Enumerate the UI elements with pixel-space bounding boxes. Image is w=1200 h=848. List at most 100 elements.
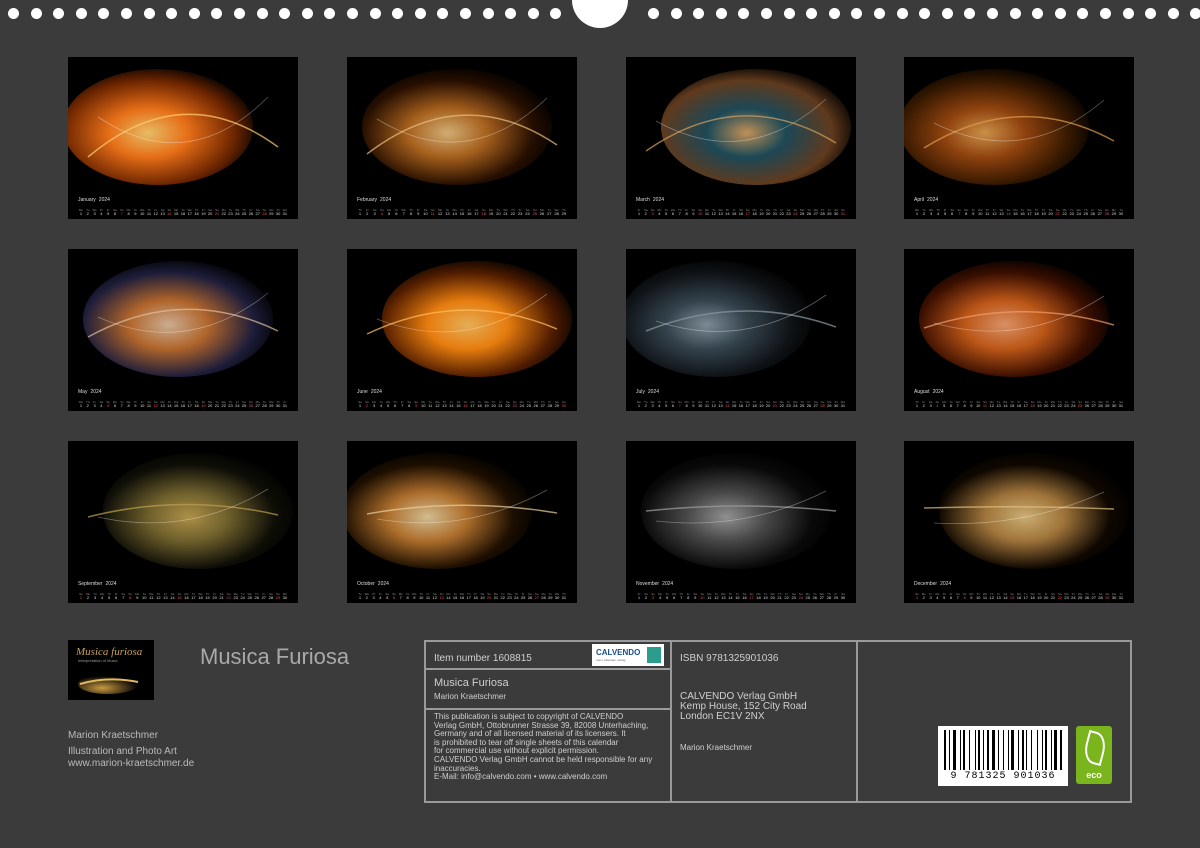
calendar-day: Th 19 — [205, 592, 210, 600]
calendar-day: Mo 28 — [541, 592, 546, 600]
calendar-day: Sa 19 — [480, 592, 485, 600]
binding-hole — [1167, 8, 1179, 19]
binding-hole — [964, 8, 976, 19]
calendar-day: Tu 22 — [500, 592, 505, 600]
eco-badge: eco — [1076, 726, 1112, 784]
calendar-day: Tu 23 — [228, 208, 233, 216]
calendar-day: Sa 31 — [1118, 400, 1124, 408]
calendar-day: We 31 — [282, 208, 288, 216]
calendar-day: Sa 17 — [1023, 400, 1028, 408]
calendar-day: Tu 9 — [133, 208, 138, 216]
calendar-day: Th 4 — [657, 400, 662, 408]
calendar-day: Th 28 — [820, 208, 825, 216]
calendar-day: Fr 12 — [992, 208, 997, 216]
calendar-day: We 23 — [507, 592, 512, 600]
calendar-day: Tu 24 — [240, 592, 245, 600]
calendar-day: Tu 30 — [275, 208, 281, 216]
barcode-bar — [962, 730, 965, 770]
calendar-day: Tu 16 — [180, 208, 186, 216]
logo-subtitle: Interpretation of Music — [78, 658, 118, 663]
calendar-day: Tu 10 — [975, 592, 981, 600]
calendar-day: Sa 11 — [146, 400, 152, 408]
calendar-day: Sa 21 — [1050, 592, 1056, 600]
calendar-day: We 7 — [955, 400, 960, 408]
calendar-day: Sa 27 — [1097, 208, 1103, 216]
day-strip: Su 1 Mo 2 Tu 3 We 4 Th 5 Fr 6 Sa 7 Su 8 Mo 9 Tu 10 We 11 Th 12 F… — [914, 592, 1124, 601]
month-year: 2024 — [940, 581, 952, 587]
calendar-day: Mo 13 — [160, 400, 165, 408]
calendar-day: Mo 3 — [371, 400, 377, 408]
calendar-day: Sa 13 — [999, 208, 1004, 216]
calendar-day: Su 28 — [262, 208, 267, 216]
calendar-day: We 27 — [813, 208, 818, 216]
calendar-day: Mo 10 — [421, 400, 426, 408]
calendar-day: Su 30 — [561, 400, 567, 408]
month-page-january: January 2024 Mo 1 Tu 2 We 3 Th 4 Fr 5 Sa 6 Su 7 Mo 8 Tu 9 We… — [68, 57, 298, 219]
calendar-day: Tu 15 — [452, 592, 458, 600]
month-label: October 2024 — [357, 581, 389, 587]
calendar-day: Fr 5 — [106, 208, 110, 216]
calendar-day: Fr 16 — [466, 208, 472, 216]
calendar-day: Fr 23 — [517, 208, 523, 216]
eco-label: eco — [1086, 770, 1102, 780]
calendar-day: Sa 3 — [928, 400, 933, 408]
calendar-day: Sa 12 — [432, 592, 437, 600]
barcode-bar — [1010, 730, 1014, 770]
calendar-day: Fr 25 — [520, 592, 526, 600]
calendar-day: Tu 12 — [714, 592, 719, 600]
binding-hole — [98, 8, 110, 19]
calendar-day: Mo 8 — [964, 208, 969, 216]
binding-hole — [505, 8, 517, 19]
calendar-day: Tu 19 — [763, 592, 768, 600]
calendar-day: Th 16 — [180, 400, 186, 408]
calendar-day: Su 14 — [167, 208, 172, 216]
month-photo — [347, 441, 577, 577]
calendar-day: Tu 8 — [405, 592, 410, 600]
calendar-day: Fr 31 — [282, 400, 288, 408]
divider — [670, 642, 672, 801]
divider — [856, 642, 858, 801]
calendar-day: We 10 — [697, 400, 703, 408]
calendar-day: Sa 30 — [840, 592, 846, 600]
day-strip: Mo 1 Tu 2 We 3 Th 4 Fr 5 Sa 6 Su 7 Mo 8 Tu 9 We 10 Th 11 Fr 12 S… — [636, 400, 846, 409]
calendar-day: Tu 23 — [786, 400, 791, 408]
calendar-day: Th 26 — [254, 592, 259, 600]
binding-hole — [414, 8, 426, 19]
calendar-day: Su 11 — [430, 208, 435, 216]
calendar-day: Th 18 — [752, 400, 757, 408]
calendar-day: Tu 28 — [262, 400, 267, 408]
calendar-day: Tu 2 — [86, 208, 90, 216]
calendar-day: Th 15 — [1009, 400, 1015, 408]
day-strip: Su 1 Mo 2 Tu 3 We 4 Th 5 Fr 6 Sa 7 Su 8 Mo 9 Tu 10 We 11 Th 12 F… — [78, 592, 288, 601]
calendar-day: Mo 18 — [756, 592, 761, 600]
calendar-day: We 14 — [452, 208, 457, 216]
calendar-day: Fr 20 — [1043, 592, 1049, 600]
calendar-day: Su 17 — [749, 592, 754, 600]
binding-hole — [392, 8, 404, 19]
month-page-august: August 2024 Th 1 Fr 2 Sa 3 Su 4 Mo 5 Tu 6 We 7 Th 8 Fr 9 Sa 1… — [904, 249, 1134, 411]
author-website[interactable]: www.marion-kraetschmer.de — [68, 758, 194, 770]
calendar-day: Mo 14 — [446, 592, 451, 600]
barcode-bar — [982, 730, 984, 770]
calendar-day: We 20 — [770, 592, 775, 600]
month-label: June 2024 — [357, 389, 382, 395]
calendar-day: Sa 3 — [372, 208, 377, 216]
binding-hole — [75, 8, 87, 19]
calendar-day: Fr 15 — [735, 592, 740, 600]
calendar-day: Su 7 — [119, 208, 124, 216]
month-photo — [904, 441, 1134, 577]
day-strip: Mo 1 Tu 2 We 3 Th 4 Fr 5 Sa 6 Su 7 Mo 8 Tu 9 We 10 Th 11 Fr 12 S… — [914, 208, 1124, 217]
calendar-day: Su 2 — [365, 400, 369, 408]
calendar-day: Fr 27 — [1091, 592, 1096, 600]
calendar-day: Sa 6 — [950, 208, 954, 216]
calendar-day: Mo 9 — [969, 592, 974, 600]
calendar-day: Su 3 — [650, 208, 655, 216]
calendar-day: Mo 1 — [78, 208, 84, 216]
author-name: Marion Kraetschmer — [68, 730, 159, 741]
calendar-day: Mo 19 — [1037, 400, 1042, 408]
calendar-day: Th 30 — [275, 400, 281, 408]
calvendo-slogan: mein. kalender. verlag. — [596, 658, 627, 662]
calendar-day: Fr 13 — [996, 592, 1001, 600]
binding-hole — [30, 8, 42, 19]
calendar-day: Su 28 — [1104, 208, 1110, 216]
